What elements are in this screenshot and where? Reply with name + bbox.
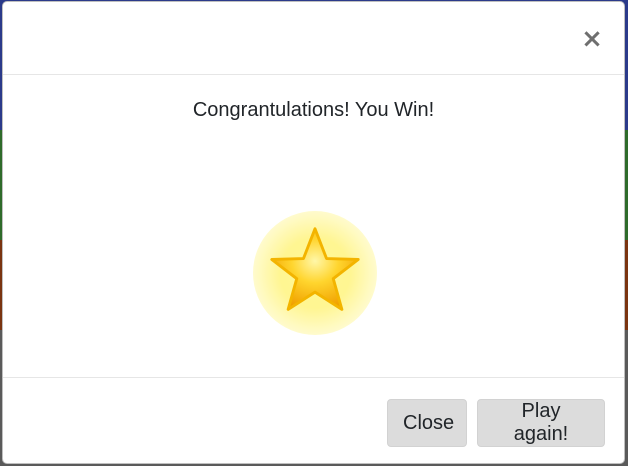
- dialog-footer: Close Play again!: [3, 377, 624, 463]
- win-dialog: × Congrantulations! You Win! Close Play …: [2, 1, 625, 464]
- close-button[interactable]: Close: [387, 399, 467, 447]
- gold-star-icon: [270, 227, 360, 311]
- win-message: Congrantulations! You Win!: [192, 99, 435, 121]
- dialog-header: ×: [3, 2, 624, 75]
- close-x-button[interactable]: ×: [580, 24, 604, 54]
- star-glow: [253, 211, 377, 335]
- play-again-button[interactable]: Play again!: [477, 399, 605, 447]
- dialog-body: Congrantulations! You Win!: [3, 75, 624, 377]
